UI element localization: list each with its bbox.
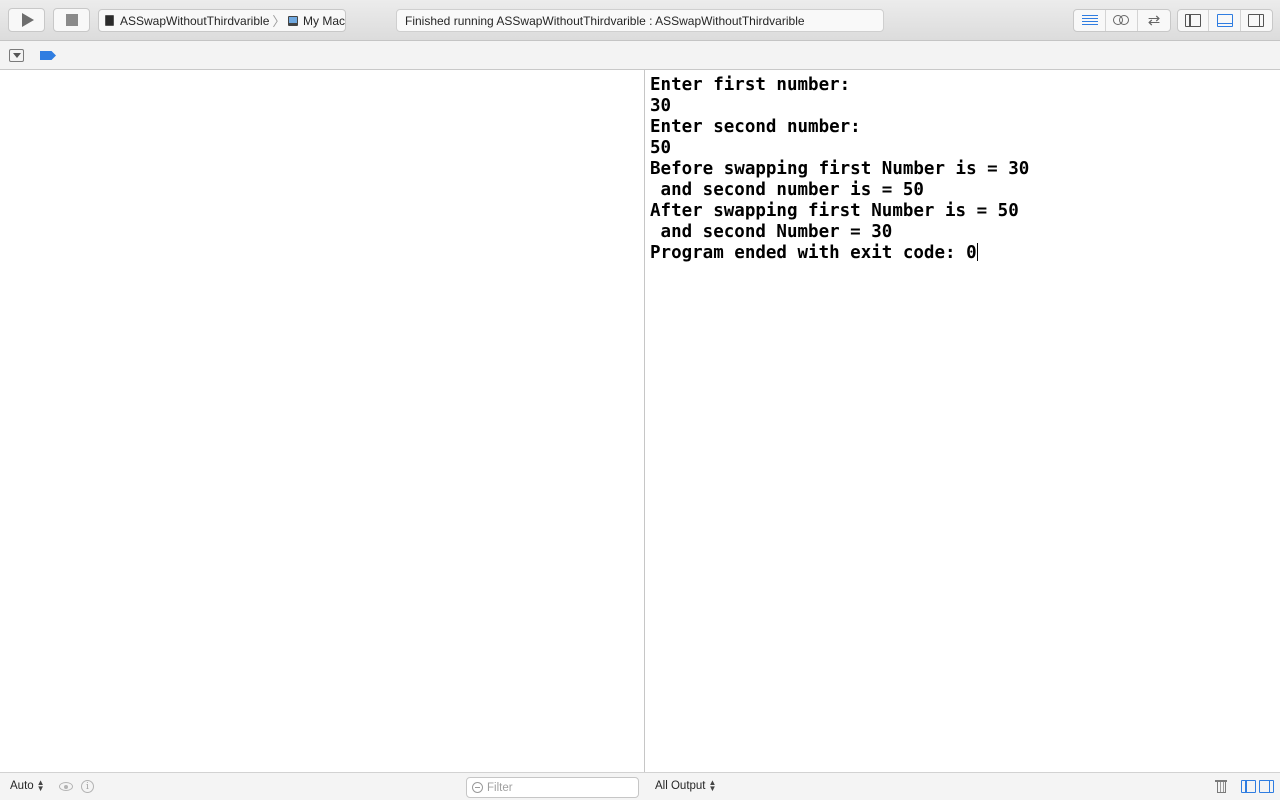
trash-icon[interactable]: [1215, 779, 1227, 794]
updown-chevron-icon: ▲ ▼: [36, 778, 45, 793]
variables-filter[interactable]: [466, 777, 639, 798]
updown-chevron-icon: ▲ ▼: [708, 778, 717, 793]
editor-mode-control: ⇄: [1073, 9, 1171, 32]
debug-area-toggle-icon: [1216, 14, 1233, 27]
standard-editor-icon: [1081, 15, 1098, 26]
text-cursor: [976, 243, 978, 261]
assistant-editor-icon: [1113, 14, 1130, 27]
play-icon: [22, 13, 34, 27]
variables-scope-select[interactable]: Auto ▲ ▼: [10, 778, 45, 793]
filter-icon: [472, 782, 483, 793]
scheme-destination-label[interactable]: My Mac: [303, 14, 345, 28]
utilities-toggle-icon: [1248, 14, 1265, 27]
console-text: Enter first number: 30 Enter second number…: [650, 75, 1280, 264]
console-line: 50: [650, 138, 672, 158]
scheme-selector[interactable]: ASSwapWithoutThirdvarible 〉 My Mac: [98, 9, 346, 32]
console-line: and second Number = 30: [650, 222, 893, 242]
output-scope-select[interactable]: All Output ▲ ▼: [655, 778, 717, 793]
filter-input[interactable]: [487, 781, 627, 794]
hide-debug-area-button[interactable]: [9, 49, 24, 62]
console-line: After swapping first Number is = 50: [650, 201, 1019, 221]
stop-icon: [65, 14, 78, 26]
stop-button[interactable]: [53, 8, 90, 32]
console-last-line: Program ended with exit code: 0: [650, 243, 1280, 264]
console-output[interactable]: Enter first number: 30 Enter second number…: [645, 70, 1280, 772]
terminal-app-icon: [105, 15, 114, 26]
activity-status-text: Finished running ASSwapWithoutThirdvarib…: [405, 13, 805, 28]
console-line: Before swapping first Number is = 30: [650, 159, 1030, 179]
console-line: 30: [650, 96, 672, 116]
console-line: Enter first number:: [650, 75, 851, 95]
assistant-editor-button[interactable]: [1106, 10, 1138, 31]
utilities-toggle-button[interactable]: [1241, 10, 1272, 31]
standard-editor-button[interactable]: [1074, 10, 1106, 31]
activity-viewer: Finished running ASSwapWithoutThirdvarib…: [396, 9, 884, 32]
debug-area-toggle-button[interactable]: [1209, 10, 1241, 31]
toolbar: ASSwapWithoutThirdvarible 〉 My Mac Finis…: [0, 0, 1280, 41]
version-editor-button[interactable]: ⇄: [1138, 10, 1170, 31]
view-toggle-control: [1177, 9, 1273, 32]
show-variables-view-icon[interactable]: [1241, 780, 1256, 793]
show-console-view-icon[interactable]: [1259, 780, 1274, 793]
info-icon[interactable]: i: [81, 780, 94, 793]
scheme-target-label[interactable]: ASSwapWithoutThirdvarible: [120, 14, 269, 28]
console-line: and second number is = 50: [650, 180, 924, 200]
variables-scope-label: Auto: [10, 780, 34, 792]
variables-view: [0, 70, 644, 772]
console-line: Program ended with exit code: 0: [650, 243, 977, 263]
debug-bar: [0, 41, 1280, 70]
scheme-separator: 〉: [272, 14, 286, 29]
breakpoint-icon[interactable]: [40, 51, 56, 60]
console-line: Enter second number:: [650, 117, 861, 137]
output-scope-label: All Output: [655, 780, 706, 792]
hide-debug-area-icon: [12, 53, 21, 58]
laptop-icon: [288, 15, 298, 26]
version-editor-icon: ⇄: [1147, 12, 1161, 29]
run-button[interactable]: [8, 8, 45, 32]
navigator-toggle-icon: [1185, 14, 1202, 27]
navigator-toggle-button[interactable]: [1178, 10, 1210, 31]
debug-bottom-bar: Auto ▲▼ i All Output ▲▼: [0, 772, 1280, 800]
eye-icon[interactable]: [59, 782, 73, 791]
